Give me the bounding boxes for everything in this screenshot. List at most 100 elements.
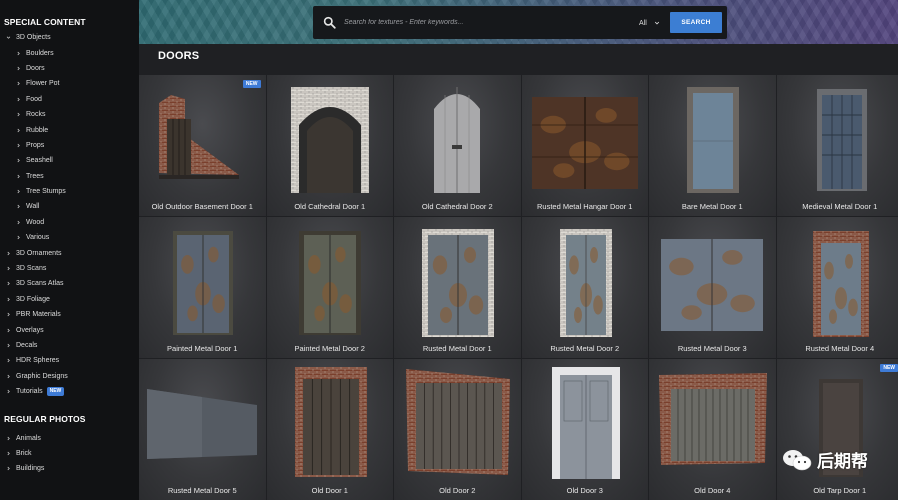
- sidebar-item-wall[interactable]: Wall: [0, 199, 139, 214]
- sidebar-item-3d-objects[interactable]: 3D Objects: [0, 30, 139, 45]
- door-thumbnail: [559, 229, 612, 337]
- header-banner: All SEARCH: [139, 0, 898, 44]
- texture-card-label[interactable]: Old Outdoor Basement Door 1: [139, 202, 266, 211]
- chevron-right-icon: [14, 112, 22, 117]
- chevron-right-icon: [14, 189, 22, 194]
- door-thumbnail: [531, 97, 638, 189]
- texture-card-label[interactable]: Old Tarp Door 1: [777, 486, 898, 495]
- texture-card-old-door-1[interactable]: Old Door 1: [266, 359, 394, 500]
- door-thumbnail: [294, 367, 367, 477]
- search-scope-value: All: [639, 19, 647, 27]
- texture-card-old-cathedral-door-2[interactable]: Old Cathedral Door 2: [394, 75, 521, 216]
- texture-card-rusted-metal-hangar-door-1[interactable]: Rusted Metal Hangar Door 1: [521, 75, 649, 216]
- sidebar-item-3d-scans[interactable]: 3D Scans: [0, 261, 139, 276]
- texture-card-painted-metal-door-1[interactable]: Painted Metal Door 1: [139, 217, 266, 358]
- texture-card-label[interactable]: Painted Metal Door 1: [139, 344, 266, 353]
- chevron-right-icon: [14, 143, 22, 148]
- chevron-right-icon: [4, 343, 12, 348]
- sidebar-item-food[interactable]: Food: [0, 92, 139, 107]
- sidebar-item-3d-ornaments[interactable]: 3D Ornaments: [0, 245, 139, 260]
- chevron-right-icon: [4, 436, 12, 441]
- sidebar-item-decals[interactable]: Decals: [0, 338, 139, 353]
- texture-card-bare-metal-door-1[interactable]: Bare Metal Door 1: [649, 75, 776, 216]
- texture-card-label[interactable]: Old Door 4: [649, 486, 776, 495]
- texture-card-label[interactable]: Old Cathedral Door 1: [267, 202, 394, 211]
- texture-card-rusted-metal-door-2[interactable]: Rusted Metal Door 2: [521, 217, 649, 358]
- regular-photos-list: Animals Brick Buildings: [0, 430, 139, 476]
- texture-card-rusted-metal-door-1[interactable]: Rusted Metal Door 1: [394, 217, 521, 358]
- sidebar-item-flower-pot[interactable]: Flower Pot: [0, 76, 139, 91]
- sidebar-item-rocks[interactable]: Rocks: [0, 107, 139, 122]
- texture-card-label[interactable]: Bare Metal Door 1: [649, 202, 776, 211]
- texture-card-old-door-4[interactable]: Old Door 4: [649, 359, 776, 500]
- texture-card-old-door-2[interactable]: Old Door 2: [394, 359, 521, 500]
- texture-card-label[interactable]: Rusted Metal Door 3: [649, 344, 776, 353]
- sidebar-item-rubble[interactable]: Rubble: [0, 122, 139, 137]
- sidebar-item-pbr-materials[interactable]: PBR Materials: [0, 307, 139, 322]
- texture-card-medieval-metal-door-1[interactable]: Medieval Metal Door 1: [776, 75, 898, 216]
- new-badge: NEW: [46, 387, 65, 397]
- wechat-logo-icon: [783, 449, 812, 470]
- sidebar-item-props[interactable]: Props: [0, 138, 139, 153]
- texture-card-rusted-metal-door-4[interactable]: Rusted Metal Door 4: [776, 217, 898, 358]
- sidebar-item-trees[interactable]: Trees: [0, 169, 139, 184]
- sidebar-item-label: Graphic Designs: [16, 372, 68, 380]
- texture-card-old-cathedral-door-1[interactable]: Old Cathedral Door 1: [266, 75, 394, 216]
- sidebar-item-tree-stumps[interactable]: Tree Stumps: [0, 184, 139, 199]
- sidebar-item-label: Doors: [26, 64, 45, 72]
- sidebar-item-label: Decals: [16, 342, 38, 349]
- search-button[interactable]: SEARCH: [670, 12, 722, 33]
- texture-card-old-outdoor-basement-door-1[interactable]: Old Outdoor Basement Door 1 NEW: [139, 75, 266, 216]
- sidebar-item-buildings[interactable]: Buildings: [0, 461, 139, 476]
- door-thumbnail: [659, 373, 767, 465]
- sidebar-item-wood[interactable]: Wood: [0, 215, 139, 230]
- sidebar-item-tutorials[interactable]: Tutorials NEW: [0, 384, 139, 399]
- texture-card-label[interactable]: Rusted Metal Door 2: [522, 344, 649, 353]
- texture-card-label[interactable]: Old Door 2: [394, 486, 521, 495]
- texture-card-label[interactable]: Old Cathedral Door 2: [394, 202, 521, 211]
- texture-card-label[interactable]: Painted Metal Door 2: [267, 344, 394, 353]
- door-thumbnail: [661, 239, 763, 331]
- chevron-right-icon: [14, 81, 22, 86]
- texture-card-rusted-metal-door-5[interactable]: Rusted Metal Door 5: [139, 359, 266, 500]
- chevron-right-icon: [4, 281, 12, 286]
- texture-card-old-door-3[interactable]: Old Door 3: [521, 359, 649, 500]
- sidebar-item-animals[interactable]: Animals: [0, 430, 139, 445]
- texture-card-label[interactable]: Rusted Metal Door 5: [139, 486, 266, 495]
- texture-card-label[interactable]: Old Door 1: [267, 486, 394, 495]
- sidebar-item-3d-foliage[interactable]: 3D Foliage: [0, 292, 139, 307]
- chevron-right-icon: [14, 97, 22, 102]
- sidebar-item-3d-scans-atlas[interactable]: 3D Scans Atlas: [0, 276, 139, 291]
- texture-card-rusted-metal-door-3[interactable]: Rusted Metal Door 3: [649, 217, 776, 358]
- sidebar: SPECIAL CONTENT 3D Objects Boulders Doors F…: [0, 0, 139, 500]
- sidebar-item-graphic-designs[interactable]: Graphic Designs: [0, 369, 139, 384]
- search-icon[interactable]: [323, 16, 336, 29]
- search-scope-select[interactable]: All: [639, 18, 660, 28]
- sidebar-item-label: Wood: [26, 218, 45, 226]
- texture-card-label[interactable]: Medieval Metal Door 1: [777, 202, 898, 211]
- chevron-right-icon: [14, 66, 22, 71]
- sidebar-item-doors[interactable]: Doors: [0, 61, 139, 76]
- texture-card-label[interactable]: Rusted Metal Hangar Door 1: [522, 202, 649, 211]
- search-input[interactable]: [344, 15, 614, 30]
- chevron-right-icon: [4, 451, 12, 456]
- sidebar-item-overlays[interactable]: Overlays: [0, 322, 139, 337]
- sidebar-item-various[interactable]: Various: [0, 230, 139, 245]
- sidebar-item-label: Buildings: [16, 465, 45, 473]
- door-thumbnail: [406, 369, 510, 475]
- door-thumbnail: [422, 229, 494, 337]
- chevron-right-icon: [14, 51, 22, 56]
- texture-card-label[interactable]: Rusted Metal Door 1: [394, 344, 521, 353]
- sidebar-item-seashell[interactable]: Seashell: [0, 153, 139, 168]
- chevron-down-icon: [654, 21, 659, 25]
- sidebar-item-boulders[interactable]: Boulders: [0, 45, 139, 60]
- sidebar-item-brick[interactable]: Brick: [0, 446, 139, 461]
- texture-card-label[interactable]: Rusted Metal Door 4: [777, 344, 898, 353]
- sidebar-item-label: HDR Spheres: [16, 357, 60, 365]
- sidebar-item-label: Various: [26, 234, 50, 242]
- sidebar-item-hdr-spheres[interactable]: HDR Spheres: [0, 353, 139, 368]
- sidebar-item-label: PBR Materials: [16, 311, 61, 319]
- texture-card-old-tarp-door-1[interactable]: Old Tarp Door 1 NEW: [776, 359, 898, 500]
- texture-card-label[interactable]: Old Door 3: [522, 486, 649, 495]
- texture-card-painted-metal-door-2[interactable]: Painted Metal Door 2: [266, 217, 394, 358]
